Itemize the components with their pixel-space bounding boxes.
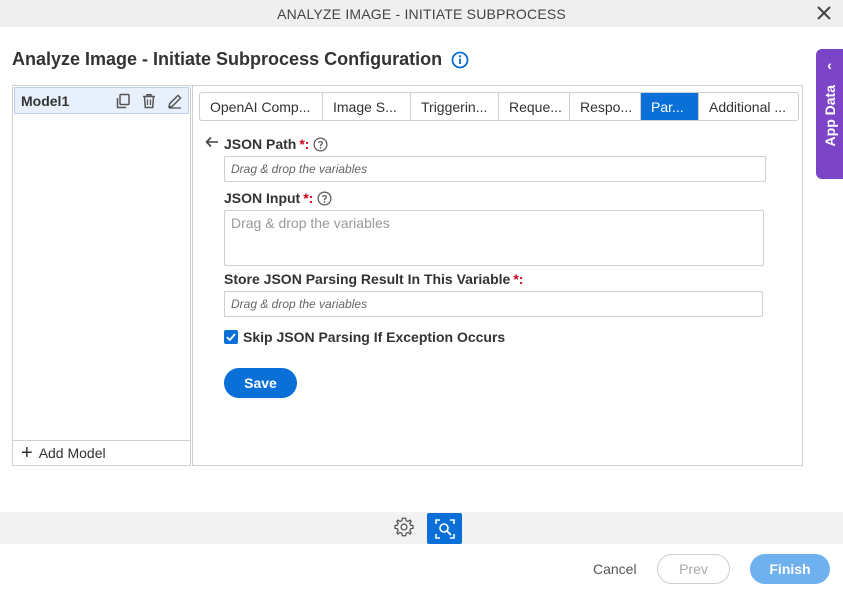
copy-icon[interactable]: [114, 92, 132, 110]
edit-icon[interactable]: [166, 92, 184, 110]
model-list-panel: Model1 + Add Model: [12, 85, 191, 466]
model-name: Model1: [21, 92, 70, 109]
tab-triggering[interactable]: Triggerin...: [411, 93, 499, 120]
chevron-left-icon: ‹: [827, 57, 832, 73]
plus-icon: +: [21, 442, 33, 464]
analyze-image-button[interactable]: [427, 513, 462, 544]
back-arrow-icon[interactable]: [204, 134, 220, 155]
store-result-label: Store JSON Parsing Result In This Variab…: [224, 271, 523, 287]
prev-button[interactable]: Prev: [657, 554, 730, 584]
store-result-input[interactable]: Drag & drop the variables: [224, 291, 763, 317]
finish-button[interactable]: Finish: [750, 554, 830, 584]
tab-parse[interactable]: Par...: [641, 93, 699, 120]
tab-bar: OpenAI Comp... Image S... Triggerin... R…: [199, 92, 799, 121]
help-icon[interactable]: [317, 191, 332, 206]
delete-icon[interactable]: [140, 92, 158, 110]
required-marker: *:: [299, 136, 310, 152]
model-list-item[interactable]: Model1: [14, 87, 189, 114]
add-model-label: Add Model: [38, 445, 106, 461]
json-path-input[interactable]: Drag & drop the variables: [224, 156, 766, 182]
page-heading: Analyze Image - Initiate Subprocess Conf…: [12, 49, 443, 69]
app-data-panel-toggle[interactable]: ‹ App Data: [816, 49, 843, 179]
page-title: Analyze Image - Initiate Subprocess Conf…: [12, 49, 469, 70]
store-result-label-text: Store JSON Parsing Result In This Variab…: [224, 271, 511, 287]
skip-parsing-checkbox[interactable]: [224, 330, 238, 344]
cancel-button[interactable]: Cancel: [593, 561, 637, 577]
tab-additional[interactable]: Additional ...: [699, 93, 798, 120]
configuration-panel: OpenAI Comp... Image S... Triggerin... R…: [192, 85, 803, 466]
image-scan-icon: [434, 518, 455, 539]
skip-parsing-option: Skip JSON Parsing If Exception Occurs: [224, 329, 505, 345]
required-marker: *:: [513, 271, 524, 287]
json-input-textarea[interactable]: Drag & drop the variables: [224, 210, 764, 266]
add-model-button[interactable]: + Add Model: [13, 440, 190, 465]
tab-image-source[interactable]: Image S...: [323, 93, 411, 120]
app-data-label: App Data: [821, 85, 838, 147]
checkmark-icon: [226, 333, 236, 342]
required-marker: *:: [303, 190, 314, 206]
close-icon[interactable]: [815, 4, 833, 22]
info-icon[interactable]: [451, 51, 469, 69]
window-titlebar: ANALYZE IMAGE - INITIATE SUBPROCESS: [0, 0, 843, 27]
json-input-label: JSON Input *:: [224, 190, 332, 206]
help-icon[interactable]: [313, 137, 328, 152]
save-button[interactable]: Save: [224, 368, 297, 398]
gear-icon[interactable]: [393, 516, 415, 538]
window-title: ANALYZE IMAGE - INITIATE SUBPROCESS: [277, 5, 566, 22]
skip-parsing-label: Skip JSON Parsing If Exception Occurs: [243, 329, 506, 345]
footer-toolbar: [0, 512, 843, 544]
json-path-label-text: JSON Path: [224, 136, 297, 152]
json-input-label-text: JSON Input: [224, 190, 301, 206]
tab-request[interactable]: Reque...: [499, 93, 570, 120]
tab-openai-component[interactable]: OpenAI Comp...: [200, 93, 323, 120]
tab-response[interactable]: Respo...: [570, 93, 641, 120]
json-path-label: JSON Path *:: [224, 136, 328, 152]
